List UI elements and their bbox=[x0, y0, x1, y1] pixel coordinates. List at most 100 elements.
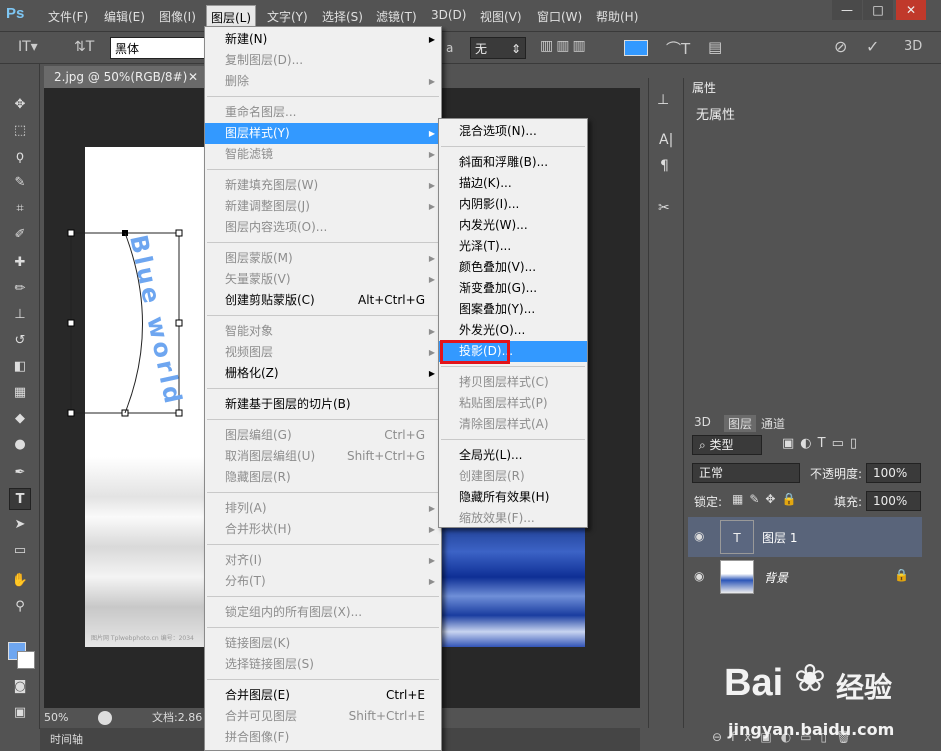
menu-item[interactable]: 清除图层样式(A) bbox=[439, 414, 587, 435]
warp-text-icon[interactable]: ⌒T bbox=[666, 38, 690, 59]
quick-select-tool-icon[interactable]: ✎ bbox=[9, 172, 31, 194]
menu-item[interactable]: 创建剪贴蒙版(C) Alt+Ctrl+G bbox=[205, 290, 441, 311]
stamp-tool-icon[interactable]: ⊥ bbox=[9, 304, 31, 326]
type-tool-preset-icon[interactable]: IT▾ bbox=[18, 39, 38, 55]
menu-item[interactable]: 排列(A) ▶ bbox=[205, 498, 441, 519]
close-tab-icon[interactable]: ✕ bbox=[188, 66, 198, 88]
menu-item[interactable]: 新建(N) ▶ bbox=[205, 29, 441, 50]
menu-item[interactable]: 链接图层(K) bbox=[205, 633, 441, 654]
menu-item[interactable]: 选择链接图层(S) bbox=[205, 654, 441, 675]
menu-window[interactable]: 窗口(W) bbox=[537, 8, 582, 25]
menu-filter[interactable]: 滤镜(T) bbox=[376, 8, 417, 25]
text-color-swatch[interactable] bbox=[624, 40, 648, 56]
filter-icons[interactable]: ▣◐T▭▯ bbox=[782, 436, 863, 451]
menu-item[interactable]: 图层内容选项(O)... bbox=[205, 217, 441, 238]
menu-item[interactable]: 图层蒙版(M) ▶ bbox=[205, 248, 441, 269]
menu-item[interactable]: 拼合图像(F) bbox=[205, 727, 441, 748]
menu-item[interactable]: 视频图层 ▶ bbox=[205, 342, 441, 363]
layer-row-background[interactable]: ◉ 背景 🔒 bbox=[688, 557, 922, 597]
commit-icon[interactable]: ✓ bbox=[866, 37, 879, 56]
menu-item[interactable]: 锁定组内的所有图层(X)... bbox=[205, 602, 441, 623]
pen-tool-icon[interactable]: ✒ bbox=[9, 462, 31, 484]
path-select-icon[interactable]: ➤ bbox=[9, 514, 31, 536]
layer-filter-select[interactable]: ⌕ 类型 bbox=[692, 435, 762, 455]
paragraph-icon[interactable]: ¶ bbox=[660, 158, 669, 174]
menu-item[interactable]: 隐藏所有效果(H) bbox=[439, 487, 587, 508]
menu-item[interactable]: 合并可见图层 Shift+Ctrl+E bbox=[205, 706, 441, 727]
brush-tool-icon[interactable]: ✏ bbox=[9, 278, 31, 300]
menu-item[interactable]: 图层样式(Y) ▶ bbox=[205, 123, 441, 144]
align-buttons-icon[interactable]: ▥▥▥ bbox=[540, 38, 589, 54]
eyedropper-tool-icon[interactable]: ✐ bbox=[9, 224, 31, 246]
visibility-eye-icon[interactable]: ◉ bbox=[694, 529, 704, 543]
menu-item[interactable]: 颜色叠加(V)... bbox=[439, 257, 587, 278]
menu-item[interactable]: 智能对象 ▶ bbox=[205, 321, 441, 342]
opacity-field[interactable]: 100% bbox=[866, 463, 921, 483]
lasso-tool-icon[interactable]: ϙ bbox=[9, 146, 31, 168]
tab-channels[interactable]: 通道 bbox=[761, 415, 785, 432]
move-tool-icon[interactable]: ✥ bbox=[9, 94, 31, 116]
healing-tool-icon[interactable]: ✚ bbox=[9, 252, 31, 274]
3d-icon[interactable]: 3D bbox=[904, 39, 922, 54]
document-tab[interactable]: 2.jpg @ 50%(RGB/8#) ✕ bbox=[44, 66, 204, 88]
close-button[interactable]: ✕ bbox=[896, 0, 926, 20]
tab-layers[interactable]: 图层 bbox=[724, 415, 757, 432]
menu-item[interactable]: 取消图层编组(U) Shift+Ctrl+G bbox=[205, 446, 441, 467]
menu-item[interactable]: 图案叠加(Y)... bbox=[439, 299, 587, 320]
menu-image[interactable]: 图像(I) bbox=[159, 8, 196, 25]
menu-file[interactable]: 文件(F) bbox=[48, 8, 88, 25]
menu-edit[interactable]: 编辑(E) bbox=[104, 8, 145, 25]
font-family-field[interactable]: 黑体 bbox=[110, 37, 206, 59]
zoom-level[interactable]: 50% bbox=[44, 708, 68, 728]
zoom-tool-icon[interactable]: ⚲ bbox=[9, 596, 31, 618]
menu-item[interactable]: 描边(K)... bbox=[439, 173, 587, 194]
shape-tool-icon[interactable]: ▭ bbox=[9, 540, 31, 562]
layer-name[interactable]: 背景 bbox=[764, 569, 788, 586]
status-icon[interactable] bbox=[98, 711, 112, 725]
hand-tool-icon[interactable]: ✋ bbox=[9, 570, 31, 592]
screen-mode-icon[interactable]: ▣ bbox=[9, 702, 31, 724]
blend-mode-select[interactable]: 正常 bbox=[692, 463, 800, 483]
maximize-button[interactable]: □ bbox=[863, 0, 893, 20]
character-panel-icon[interactable]: ▤ bbox=[708, 38, 722, 56]
menu-item[interactable]: 对齐(I) ▶ bbox=[205, 550, 441, 571]
cancel-icon[interactable]: ⊘ bbox=[834, 37, 847, 56]
menu-view[interactable]: 视图(V) bbox=[480, 8, 522, 25]
background-color-swatch[interactable] bbox=[17, 651, 35, 669]
menu-item[interactable]: 渐变叠加(G)... bbox=[439, 278, 587, 299]
menu-item[interactable]: 重命名图层... bbox=[205, 102, 441, 123]
menu-item[interactable]: 全局光(L)... bbox=[439, 445, 587, 466]
orientation-toggle-icon[interactable]: ⇅T bbox=[74, 39, 94, 55]
fill-field[interactable]: 100% bbox=[866, 491, 921, 511]
menu-item[interactable]: 拷贝图层样式(C) bbox=[439, 372, 587, 393]
menu-item[interactable]: 创建图层(R) bbox=[439, 466, 587, 487]
menu-item[interactable]: 复制图层(D)... bbox=[205, 50, 441, 71]
crop-tool-icon[interactable]: ⌗ bbox=[9, 198, 31, 220]
menu-item[interactable]: 删除 ▶ bbox=[205, 71, 441, 92]
type-tool-icon[interactable]: T bbox=[9, 488, 31, 510]
menu-item[interactable]: 新建调整图层(J) ▶ bbox=[205, 196, 441, 217]
menu-3d[interactable]: 3D(D) bbox=[431, 8, 466, 22]
menu-item[interactable]: 新建基于图层的切片(B) bbox=[205, 394, 441, 415]
menu-item[interactable]: 合并图层(E) Ctrl+E bbox=[205, 685, 441, 706]
menu-item[interactable]: 缩放效果(F)... bbox=[439, 508, 587, 529]
layer-name[interactable]: 图层 1 bbox=[762, 529, 797, 546]
quick-mask-icon[interactable]: ◙ bbox=[9, 676, 31, 698]
antialias-select[interactable]: 无 ⇕ bbox=[470, 37, 526, 59]
history-brush-icon[interactable]: ↺ bbox=[9, 330, 31, 352]
menu-item[interactable]: 混合选项(N)... bbox=[439, 121, 587, 142]
blur-tool-icon[interactable]: ◆ bbox=[9, 408, 31, 430]
menu-item[interactable]: 合并形状(H) ▶ bbox=[205, 519, 441, 540]
eraser-tool-icon[interactable]: ◧ bbox=[9, 356, 31, 378]
menu-item[interactable]: 外发光(O)... bbox=[439, 320, 587, 341]
lock-icons[interactable]: ▦✎✥🔒 bbox=[732, 492, 802, 506]
tool-presets-icon[interactable]: ✂ bbox=[658, 200, 670, 216]
menu-item[interactable]: 内发光(W)... bbox=[439, 215, 587, 236]
character-icon[interactable]: A| bbox=[659, 132, 673, 148]
menu-item[interactable]: 隐藏图层(R) bbox=[205, 467, 441, 488]
menu-item[interactable]: 矢量蒙版(V) ▶ bbox=[205, 269, 441, 290]
marquee-tool-icon[interactable]: ⬚ bbox=[9, 120, 31, 142]
menu-item[interactable]: 新建填充图层(W) ▶ bbox=[205, 175, 441, 196]
history-icon[interactable]: ⊥ bbox=[657, 92, 669, 108]
menu-item[interactable]: 光泽(T)... bbox=[439, 236, 587, 257]
